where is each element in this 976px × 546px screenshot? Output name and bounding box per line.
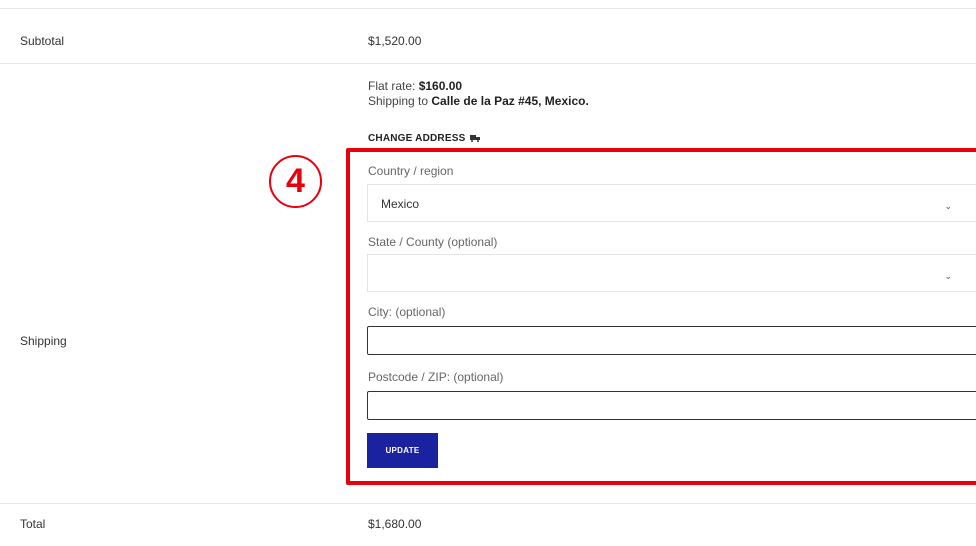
change-address-link[interactable]: CHANGE ADDRESS — [368, 133, 481, 144]
flat-rate-label: Flat rate: — [368, 79, 416, 93]
shipping-to-line: Shipping to Calle de la Paz #45, Mexico. — [368, 94, 589, 109]
change-address-label: CHANGE ADDRESS — [368, 133, 466, 144]
shipping-to-prefix: Shipping to — [368, 94, 429, 108]
shipping-info: Flat rate: $160.00 Shipping to Calle de … — [368, 79, 589, 109]
flat-rate-value: $160.00 — [418, 79, 463, 93]
shipping-to-address: Calle de la Paz #45, Mexico. — [431, 94, 589, 108]
subtotal-label: Subtotal — [20, 34, 65, 48]
shipping-label: Shipping — [20, 334, 67, 348]
total-label: Total — [20, 517, 46, 531]
highlight-box — [346, 148, 976, 485]
subtotal-value: $1,520.00 — [368, 34, 422, 48]
truck-icon — [470, 135, 481, 142]
subtotal-row: Subtotal $1,520.00 — [0, 9, 976, 64]
total-row: Total $1,680.00 — [0, 504, 976, 546]
flat-rate-line: Flat rate: $160.00 — [368, 79, 589, 94]
total-value: $1,680.00 — [368, 517, 422, 531]
step-number-badge: 4 — [269, 155, 322, 208]
